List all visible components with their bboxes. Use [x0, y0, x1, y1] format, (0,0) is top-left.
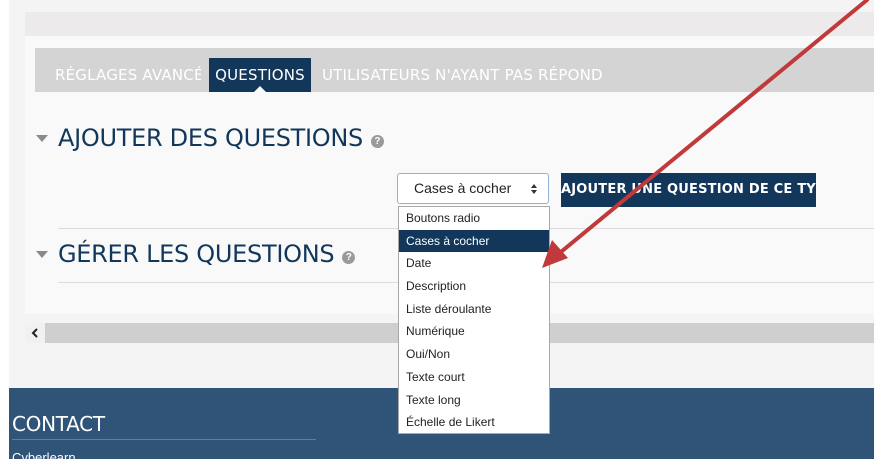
section-manage-questions[interactable]: GÉRER LES QUESTIONS ? [36, 237, 356, 271]
add-question-button[interactable]: AJOUTER UNE QUESTION DE CE TYPE [561, 173, 816, 207]
question-type-dropdown-list[interactable]: Boutons radio Cases à cocher Date Descri… [398, 206, 550, 434]
section-add-questions[interactable]: AJOUTER DES QUESTIONS ? [36, 121, 384, 155]
collapse-caret-icon[interactable] [36, 250, 48, 258]
help-icon[interactable]: ? [342, 250, 356, 264]
dropdown-option[interactable]: Texte court [399, 366, 549, 389]
active-tab-indicator [254, 86, 266, 92]
top-strip [25, 12, 874, 36]
dropdown-option[interactable]: Boutons radio [399, 207, 549, 230]
select-arrows-icon [531, 184, 537, 194]
dropdown-option[interactable]: Liste déroulante [399, 298, 549, 321]
dropdown-option[interactable]: Numérique [399, 320, 549, 343]
tab-non-respondents[interactable]: UTILISATEURS N'AYANT PAS RÉPONDU [322, 58, 604, 92]
chevron-left-icon [31, 328, 38, 338]
footer-contact-heading: CONTACT [12, 412, 105, 436]
dropdown-option[interactable]: Date [399, 252, 549, 275]
section-title: GÉRER LES QUESTIONS [58, 240, 335, 268]
scroll-left-button[interactable] [25, 323, 45, 343]
dropdown-option[interactable]: Oui/Non [399, 343, 549, 366]
footer-org-name: Cyberlearn [12, 450, 76, 465]
tab-advanced-settings[interactable]: RÉGLAGES AVANCÉS [55, 58, 201, 92]
collapse-caret-icon[interactable] [36, 134, 48, 142]
question-type-select[interactable]: Cases à cocher [397, 173, 549, 204]
dropdown-option[interactable]: Échelle de Likert [399, 411, 549, 434]
footer-divider [12, 439, 316, 440]
dropdown-option[interactable]: Texte long [399, 389, 549, 412]
select-value: Cases à cocher [414, 180, 512, 196]
section-title: AJOUTER DES QUESTIONS [58, 124, 363, 152]
help-icon[interactable]: ? [370, 134, 384, 148]
dropdown-option-selected[interactable]: Cases à cocher [399, 229, 549, 253]
dropdown-option[interactable]: Description [399, 275, 549, 298]
